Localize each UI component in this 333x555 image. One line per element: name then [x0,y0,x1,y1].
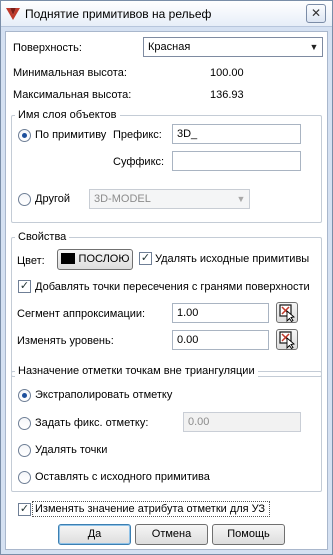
radio-extrapolate[interactable] [18,389,31,402]
by-primitive-label: По примитиву [35,129,107,141]
window-title: Поднятие примитивов на рельеф [25,7,212,21]
color-label: Цвет: [17,255,45,267]
pick-point-icon [279,304,296,323]
extrapolate-label: Экстраполировать отметку [35,389,173,401]
surface-select[interactable]: Красная ▼ [143,37,323,57]
other-layer-label: Другой [35,193,70,205]
cancel-button[interactable]: Отмена [135,524,208,545]
max-height-value: 136.93 [210,89,244,101]
title-bar: Поднятие примитивов на рельеф ✕ [1,1,332,27]
change-attr-checkbox[interactable]: ✓ [18,503,31,516]
level-input[interactable]: 0.00 [172,330,269,350]
other-layer-select-value: 3D-MODEL [94,193,151,205]
properties-group-title: Свойства [15,231,70,243]
layer-name-group-title: Имя слоя объектов [15,109,120,121]
color-button[interactable]: ПОСЛОЮ [57,249,133,270]
chevron-down-icon: ▼ [236,194,246,204]
radio-keep-source[interactable] [18,471,31,484]
help-button[interactable]: Помощь [212,524,285,545]
add-points-checkbox[interactable]: ✓ [18,280,31,293]
color-swatch [60,253,75,264]
delete-source-checkbox[interactable]: ✓ [139,252,152,265]
surface-select-value: Красная [148,41,191,53]
change-attr-label: Изменять значение атрибута отметки для У… [35,503,266,515]
radio-fixed-elevation[interactable] [18,417,31,430]
other-layer-select[interactable]: 3D-MODEL ▼ [89,189,250,209]
max-height-label: Максимальная высота: [13,89,132,101]
surface-label: Поверхность: [13,42,82,54]
min-height-value: 100.00 [210,67,244,79]
level-label: Изменять уровень: [17,335,114,347]
segment-pick-button[interactable] [276,302,298,323]
prefix-input[interactable]: 3D_ [172,124,301,144]
suffix-input[interactable] [172,151,301,171]
chevron-down-icon: ▼ [309,42,319,52]
segment-label: Сегмент аппроксимации: [17,308,146,320]
radio-by-primitive[interactable] [18,129,31,142]
suffix-label: Суффикс: [113,156,165,168]
delete-points-label: Удалять точки [35,444,108,456]
pick-point-icon [279,331,296,350]
delete-source-label: Удалять исходные примитивы [155,253,310,265]
dialog-body: Поверхность: Красная ▼ Минимальная высот… [5,31,328,550]
fixed-elevation-label: Задать фикс. отметку: [35,417,149,429]
elevation-group-title: Назначение отметки точкам вне триангуляц… [15,365,258,377]
fixed-elevation-input[interactable]: 0.00 [183,412,301,432]
segment-input[interactable]: 1.00 [172,303,269,323]
close-button[interactable]: ✕ [306,4,326,23]
radio-other-layer[interactable] [18,193,31,206]
color-button-label: ПОСЛОЮ [78,253,130,265]
ok-button[interactable]: Да [58,524,131,545]
dialog-window: Поднятие примитивов на рельеф ✕ Поверхно… [0,0,333,555]
add-points-label: Добавлять точки пересечения с гранями по… [35,281,310,293]
app-logo-icon [6,8,20,20]
radio-delete-points[interactable] [18,444,31,457]
keep-source-label: Оставлять с исходного примитива [35,471,210,483]
prefix-label: Префикс: [113,129,162,141]
level-pick-button[interactable] [276,329,298,350]
min-height-label: Минимальная высота: [13,67,127,79]
